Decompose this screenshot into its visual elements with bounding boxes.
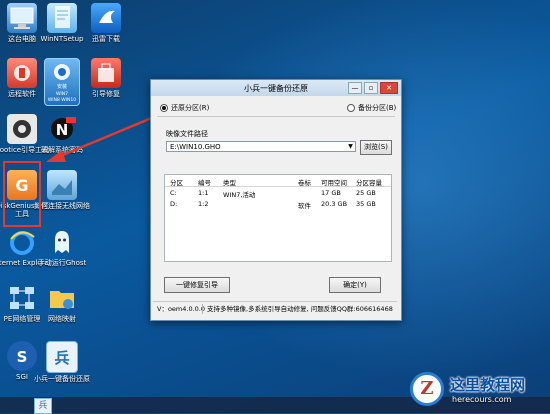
restore-button[interactable]: ▫ (364, 82, 378, 94)
table-header-divider (165, 186, 391, 187)
confirm-button[interactable]: 确定(Y) (329, 277, 381, 293)
table-cell: 20.3 GB (321, 200, 348, 208)
image-path-label: 映像文件路径 (166, 130, 208, 138)
table-cell: C: (170, 189, 177, 197)
backup-restore-window: 小兵一键备份还原 — ▫ ✕ 还原分区(R) 备份分区(B) 映像文件路径 E:\W… (150, 79, 402, 321)
status-bar: V：oem4.0.0.0 支持多种镜像,多系统引导自动修复, 问题反馈QQ群:6… (153, 301, 397, 316)
taskbar-app-icon[interactable]: 兵 (34, 398, 52, 414)
version-text: V：oem4.0.0.0 (157, 305, 205, 313)
divider (157, 116, 395, 117)
table-cell: D: (170, 200, 178, 208)
image-path-select[interactable]: E:\WIN10.GHO ▼ (166, 141, 356, 152)
radio-unselected-icon (347, 104, 355, 112)
radio-selected-icon (160, 104, 168, 112)
watermark-title: 这里教程网 (450, 376, 526, 394)
image-path-value: E:\WIN10.GHO (170, 143, 221, 151)
backup-partition-radio[interactable]: 备份分区(B) (347, 103, 396, 113)
chevron-down-icon[interactable]: ▼ (346, 142, 355, 151)
table-cell: 软件 (298, 202, 311, 210)
browse-button[interactable]: 浏览(S) (360, 140, 392, 155)
partition-table: 分区 编号 类型 卷标 可用空间 分区容量 C: 1:1 WIN7,活动 17 … (164, 174, 392, 262)
table-cell: 1:1 (198, 189, 209, 197)
table-cell: WIN7,活动 (223, 191, 256, 199)
restore-option-label: 还原分区(R) (171, 104, 210, 112)
watermark-logo-icon: Z (410, 372, 444, 406)
table-cell: 25 GB (356, 189, 376, 197)
window-titlebar[interactable]: 小兵一键备份还原 — ▫ ✕ (151, 80, 401, 96)
repair-boot-button[interactable]: 一键修复引导 (164, 277, 230, 293)
table-cell: 17 GB (321, 189, 341, 197)
table-cell: 1:2 (198, 200, 209, 208)
watermark: Z 这里教程网 herecours.com (400, 364, 550, 413)
status-divider (202, 304, 203, 314)
status-message: 支持多种镜像,多系统引导自动修复, 问题反馈QQ群:606616468 (207, 305, 393, 313)
watermark-url: herecours.com (452, 395, 512, 404)
close-button[interactable]: ✕ (380, 82, 398, 94)
minimize-button[interactable]: — (348, 82, 362, 94)
backup-option-label: 备份分区(B) (358, 104, 397, 112)
table-cell: 35 GB (356, 200, 376, 208)
restore-partition-radio[interactable]: 还原分区(R) (160, 103, 209, 113)
